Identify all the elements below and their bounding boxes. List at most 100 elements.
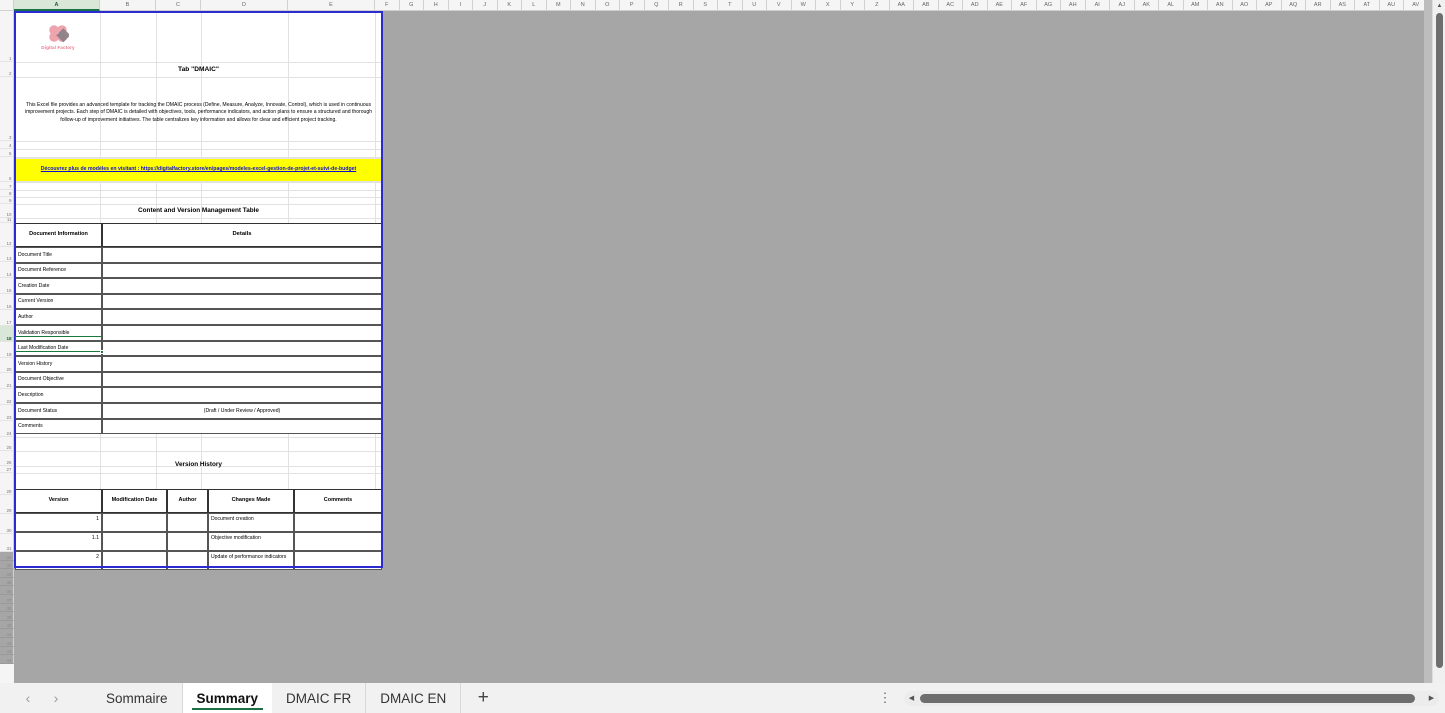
column-header-p[interactable]: P: [620, 0, 645, 11]
more-options-icon[interactable]: ⋮: [872, 690, 898, 706]
column-header-ab[interactable]: AB: [914, 0, 939, 11]
version-history-cell[interactable]: [294, 532, 382, 551]
version-history-cell[interactable]: [294, 551, 382, 570]
version-history-cell[interactable]: [167, 513, 208, 532]
version-history-cell[interactable]: [102, 551, 167, 570]
column-header-ai[interactable]: AI: [1085, 0, 1110, 11]
column-header-j[interactable]: J: [473, 0, 498, 11]
version-history-cell[interactable]: [102, 532, 167, 551]
row-header-8[interactable]: 8: [0, 190, 14, 197]
row-header-33[interactable]: 33: [0, 560, 14, 570]
row-header-34[interactable]: 34: [0, 569, 14, 578]
column-header-x[interactable]: X: [816, 0, 841, 11]
row-header-40[interactable]: 40: [0, 620, 14, 630]
row-header-38[interactable]: 38: [0, 603, 14, 613]
column-header-ao[interactable]: AO: [1232, 0, 1257, 11]
column-header-at[interactable]: AT: [1355, 0, 1380, 11]
column-header-au[interactable]: AU: [1379, 0, 1404, 11]
content-row-value[interactable]: [102, 278, 382, 294]
row-header-14[interactable]: 14: [0, 262, 14, 278]
horizontal-scroll-thumb[interactable]: [920, 693, 1415, 703]
version-history-cell[interactable]: [167, 551, 208, 570]
column-header-ak[interactable]: AK: [1134, 0, 1159, 11]
content-row-label[interactable]: Last Modification Date: [15, 340, 102, 357]
row-header-30[interactable]: 30: [0, 514, 14, 534]
row-header-27[interactable]: 27: [0, 466, 14, 473]
scroll-up-arrow-icon[interactable]: ▲: [1433, 0, 1445, 11]
column-header-ac[interactable]: AC: [938, 0, 963, 11]
row-header-17[interactable]: 17: [0, 310, 14, 326]
column-header-ad[interactable]: AD: [963, 0, 988, 11]
content-row-label[interactable]: Author: [15, 309, 102, 325]
version-history-cell[interactable]: [102, 513, 167, 532]
vertical-scroll-thumb[interactable]: [1436, 13, 1443, 668]
sheet-tab-dmaic-fr[interactable]: DMAIC FR: [272, 683, 367, 713]
row-header-41[interactable]: 41: [0, 629, 14, 638]
column-header-s[interactable]: S: [693, 0, 718, 11]
row-header-18[interactable]: 18: [0, 326, 14, 342]
content-row-label[interactable]: Creation Date: [15, 278, 102, 294]
horizontal-scrollbar[interactable]: ◀ ▶: [904, 690, 1439, 706]
content-row-label[interactable]: Document Title: [15, 247, 102, 263]
content-row-label[interactable]: Current Version: [15, 293, 102, 310]
content-row-label[interactable]: Version History: [15, 356, 102, 372]
content-row-value[interactable]: [102, 293, 382, 310]
row-header-35[interactable]: 35: [0, 577, 14, 587]
sheet-nav-prev-icon[interactable]: ‹: [14, 686, 42, 710]
column-header-n[interactable]: N: [571, 0, 596, 11]
column-header-aj[interactable]: AJ: [1110, 0, 1135, 11]
sheet-tab-summary[interactable]: Summary: [182, 683, 273, 713]
row-header-32[interactable]: 32: [0, 552, 14, 561]
content-row-label[interactable]: Validation Responsible: [15, 325, 102, 341]
row-header-5[interactable]: 5: [0, 149, 14, 157]
content-row-label[interactable]: Comments: [15, 418, 102, 435]
column-header-c[interactable]: C: [156, 0, 201, 11]
row-header-16[interactable]: 16: [0, 294, 14, 310]
sheet-nav-next-icon[interactable]: ›: [42, 686, 70, 710]
row-header-31[interactable]: 31: [0, 534, 14, 552]
column-header-af[interactable]: AF: [1012, 0, 1037, 11]
column-header-aq[interactable]: AQ: [1281, 0, 1306, 11]
column-header-u[interactable]: U: [742, 0, 767, 11]
content-row-value[interactable]: (Draft / Under Review / Approved): [102, 403, 382, 419]
sheet-nav-arrows[interactable]: ‹ ›: [14, 686, 70, 710]
version-history-cell[interactable]: Objective modification: [208, 532, 294, 551]
column-header-i[interactable]: I: [448, 0, 473, 11]
row-header-1[interactable]: 1: [0, 11, 14, 62]
column-header-aa[interactable]: AA: [889, 0, 914, 11]
bottom-right-controls[interactable]: ⋮ ◀ ▶: [872, 683, 1445, 713]
column-header-k[interactable]: K: [497, 0, 522, 11]
content-row-value[interactable]: [102, 325, 382, 341]
column-header-ag[interactable]: AG: [1036, 0, 1061, 11]
row-header-42[interactable]: 42: [0, 637, 14, 647]
row-header-19[interactable]: 19: [0, 342, 14, 358]
column-header-o[interactable]: O: [595, 0, 620, 11]
row-header-strip[interactable]: 1 2 3 4 5 6 7 8 9 10 11 12 13 14 15 16 17 18 19 20 21 22 23 24 2…: [0, 11, 14, 683]
content-row-value[interactable]: [102, 356, 382, 372]
column-header-g[interactable]: G: [399, 0, 424, 11]
column-header-d[interactable]: D: [201, 0, 288, 11]
row-header-10[interactable]: 10: [0, 204, 14, 218]
row-header-3[interactable]: 3: [0, 77, 14, 141]
column-header-h[interactable]: H: [424, 0, 449, 11]
row-header-23[interactable]: 23: [0, 405, 14, 421]
content-row-value[interactable]: [102, 247, 382, 263]
version-history-cell[interactable]: 2: [15, 551, 102, 570]
row-header-12[interactable]: 12: [0, 223, 14, 247]
content-row-label[interactable]: Document Reference: [15, 262, 102, 279]
column-header-w[interactable]: W: [791, 0, 816, 11]
sheet-area[interactable]: Page 1 Digital Factory Tab "DMAIC" Th: [14, 11, 1445, 683]
version-history-cell[interactable]: 1: [15, 513, 102, 532]
column-header-l[interactable]: L: [522, 0, 547, 11]
column-header-z[interactable]: Z: [865, 0, 890, 11]
vertical-scrollbar[interactable]: ▲: [1432, 0, 1445, 683]
row-header-6[interactable]: 6: [0, 157, 14, 182]
row-header-43[interactable]: 43: [0, 646, 14, 656]
column-header-ah[interactable]: AH: [1061, 0, 1086, 11]
version-history-cell[interactable]: [294, 513, 382, 532]
column-header-an[interactable]: AN: [1208, 0, 1233, 11]
content-row-label[interactable]: Document Objective: [15, 371, 102, 388]
row-header-29[interactable]: 29: [0, 495, 14, 514]
row-header-7[interactable]: 7: [0, 182, 14, 190]
column-header-m[interactable]: M: [546, 0, 571, 11]
